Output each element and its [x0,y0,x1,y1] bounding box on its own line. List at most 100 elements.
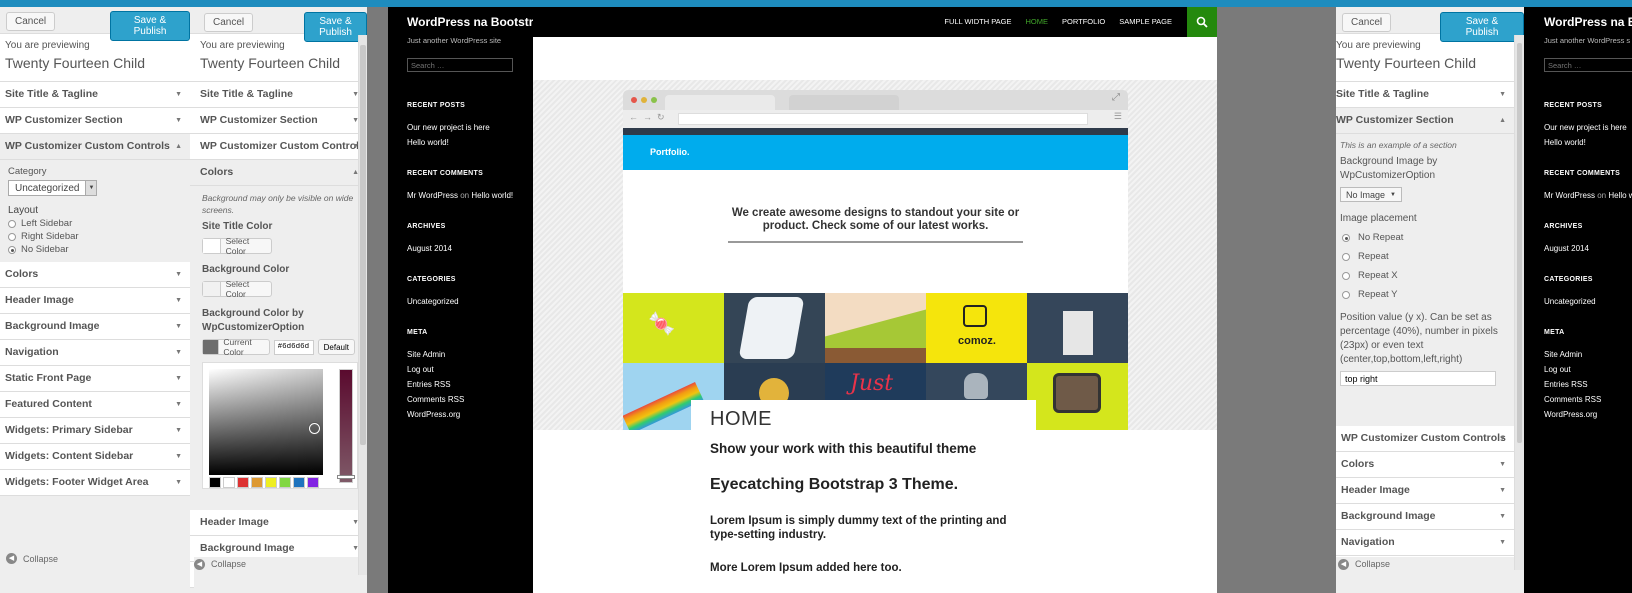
palette-swatch[interactable] [223,477,235,488]
chevron-down-icon: ▼ [175,323,182,330]
section-item[interactable]: Navigation ▼ [1336,530,1514,556]
cancel-button[interactable]: Cancel [6,12,56,31]
layout-option-none[interactable]: No Sidebar [8,244,182,255]
placement-option[interactable]: Repeat [1340,251,1510,262]
collapse-button[interactable]: ◀ Collapse [1336,557,1514,593]
widget-link[interactable]: August 2014 [1544,244,1632,253]
widget-link[interactable]: Uncategorized [1544,297,1632,306]
saturation-area[interactable] [209,369,323,475]
cancel-button[interactable]: Cancel [204,13,254,32]
widget-link[interactable]: Our new project is here [1544,123,1632,132]
section-item[interactable]: Background Image ▼ [1336,504,1514,530]
search-toggle-button[interactable] [1187,7,1217,37]
widget: CATEGORIES Uncategorized [1544,276,1632,306]
section-item[interactable]: Header Image ▼ [0,288,190,314]
widget-link[interactable]: Our new project is here [407,123,532,132]
palette-swatch[interactable] [237,477,249,488]
widget-link[interactable]: Uncategorized [407,297,532,306]
palette-swatch[interactable] [307,477,319,488]
sidebar-search-input[interactable] [1544,58,1632,72]
section-item[interactable]: WP Customizer Custom Controls ▼ [1336,426,1514,452]
widget-link[interactable]: Log out [1544,365,1632,374]
hue-slider[interactable] [339,369,353,483]
site-title[interactable]: WordPress na Bo [1544,15,1632,29]
nav-item-full-width[interactable]: FULL WIDTH PAGE [944,17,1011,26]
current-color-button[interactable]: Current Color [202,337,270,357]
hue-handle[interactable] [337,475,355,479]
section-custom-controls[interactable]: WP Customizer Custom Controls ▲ [0,134,190,160]
section-wp-customizer[interactable]: WP Customizer Section ▼ [0,108,190,134]
layout-option-right[interactable]: Right Sidebar [8,231,182,242]
scrollbar-thumb[interactable] [1517,43,1522,443]
panel-scrollbar[interactable] [1514,35,1524,570]
nav-item-portfolio[interactable]: PORTFOLIO [1062,17,1105,26]
chevron-down-icon: ▼ [175,271,182,278]
section-wp-customizer[interactable]: WP Customizer Section ▲ [1336,108,1514,134]
comment-author[interactable]: Mr WordPress [407,191,458,200]
section-item[interactable]: Static Front Page ▼ [0,366,190,392]
hex-input[interactable] [273,339,314,355]
section-item[interactable]: Background Image ▼ [0,314,190,340]
section-item[interactable]: Featured Content ▼ [0,392,190,418]
placement-option[interactable]: Repeat Y [1340,289,1510,300]
scrollbar-thumb[interactable] [360,45,366,445]
widget-link[interactable]: Site Admin [1544,350,1632,359]
featured-image[interactable]: ⤢ ← → ↻ ☰ Portfolio. We create awesome d… [623,90,1128,430]
sidebar-widgets: RECENT POSTS Our new project is here Hello… [1544,102,1632,442]
widget-link[interactable]: Comments RSS [1544,395,1632,404]
widget-link[interactable]: Entries RSS [407,380,532,389]
cancel-button[interactable]: Cancel [1342,13,1392,32]
sidebar-search-input[interactable] [407,58,513,72]
comment-post-link[interactable]: Hello w [1608,191,1632,200]
widget-link[interactable]: Log out [407,365,532,374]
section-item[interactable]: Widgets: Footer Widget Area ▼ [0,470,190,496]
section-item[interactable]: Colors ▼ [0,262,190,288]
section-colors[interactable]: Colors ▲ [190,160,367,186]
section-site-title[interactable]: Site Title & Tagline ▼ [190,82,367,108]
saturation-handle[interactable] [309,423,320,434]
section-site-title[interactable]: Site Title & Tagline ▼ [1336,82,1514,108]
comment-author[interactable]: Mr WordPress [1544,191,1595,200]
bg-image-select[interactable]: No Image ▼ [1340,187,1402,202]
section-site-title[interactable]: Site Title & Tagline ▼ [0,82,190,108]
widget-link[interactable]: WordPress.org [407,410,532,419]
widget-link[interactable]: August 2014 [407,244,532,253]
section-item[interactable]: Header Image ▼ [190,510,367,536]
category-select[interactable]: Uncategorized ▼ [8,180,98,196]
placement-option[interactable]: Repeat X [1340,270,1510,281]
widget-link[interactable]: Site Admin [407,350,532,359]
section-item[interactable]: Widgets: Content Sidebar ▼ [0,444,190,470]
background-color-picker[interactable]: Select Color [202,279,272,299]
palette-swatch[interactable] [251,477,263,488]
palette-swatch[interactable] [209,477,221,488]
palette-swatch[interactable] [293,477,305,488]
widget-link[interactable]: Hello world! [407,138,532,147]
save-publish-button[interactable]: Save & Publish [110,11,190,41]
site-title-color-picker[interactable]: Select Color [202,236,272,256]
browser-tab [789,95,899,110]
widget-link[interactable]: Entries RSS [1544,380,1632,389]
section-wp-customizer[interactable]: WP Customizer Section ▼ [190,108,367,134]
section-item[interactable]: Colors ▼ [1336,452,1514,478]
save-publish-button[interactable]: Save & Publish [1440,12,1524,42]
comment-post-link[interactable]: Hello world! [471,191,513,200]
section-custom-controls[interactable]: WP Customizer Custom Controls ▼ [190,134,367,160]
collapse-button[interactable]: ◀ Collapse [6,553,58,564]
layout-option-left[interactable]: Left Sidebar [8,218,182,229]
widget-link[interactable]: Comments RSS [407,395,532,404]
section-item[interactable]: Header Image ▼ [1336,478,1514,504]
section-item[interactable]: Navigation ▼ [0,340,190,366]
nav-item-sample-page[interactable]: SAMPLE PAGE [1119,17,1172,26]
previewing-label: You are previewing [5,40,90,51]
palette-swatch[interactable] [279,477,291,488]
nav-item-home[interactable]: HOME [1026,17,1049,26]
widget-link[interactable]: WordPress.org [1544,410,1632,419]
section-item[interactable]: Widgets: Primary Sidebar ▼ [0,418,190,444]
position-input[interactable] [1340,371,1496,386]
placement-option[interactable]: No Repeat [1340,232,1510,243]
collapse-button[interactable]: ◀ Collapse [194,557,367,593]
palette-swatch[interactable] [265,477,277,488]
panel-scrollbar[interactable] [358,35,367,575]
widget-link[interactable]: Hello world! [1544,138,1632,147]
default-button[interactable]: Default [317,339,355,355]
